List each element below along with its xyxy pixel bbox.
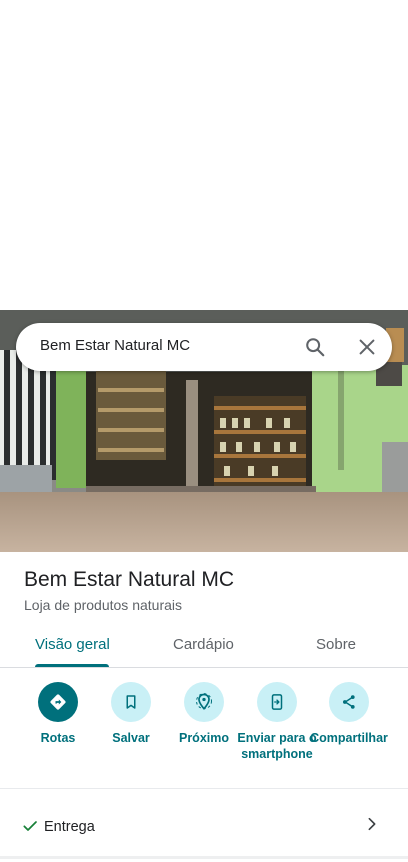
- search-input[interactable]: Bem Estar Natural MC: [40, 337, 190, 354]
- search-bar[interactable]: Bem Estar Natural MC: [16, 323, 392, 371]
- place-title: Bem Estar Natural MC: [24, 568, 235, 591]
- save-label: Salvar: [112, 731, 150, 745]
- place-tabs: Visão geral Cardápio Sobre: [0, 624, 408, 668]
- tab-overview[interactable]: Visão geral: [35, 636, 110, 653]
- directions-button[interactable]: Rotas: [18, 682, 98, 746]
- send-to-phone-button[interactable]: Enviar para o smartphone: [237, 682, 317, 762]
- nearby-label: Próximo: [178, 731, 229, 745]
- service-option-row[interactable]: Entrega: [0, 806, 408, 846]
- check-icon: [22, 818, 38, 834]
- section-divider: [0, 788, 408, 789]
- nearby-button[interactable]: Próximo: [164, 682, 244, 746]
- send-to-phone-icon: [257, 682, 297, 722]
- service-option-label: Entrega: [44, 819, 95, 835]
- map-area-blank: [0, 0, 408, 310]
- place-category: Loja de produtos naturais: [24, 597, 182, 613]
- share-label: Compartilhar: [310, 731, 388, 745]
- chevron-right-icon[interactable]: [364, 816, 380, 832]
- active-tab-indicator: [35, 664, 109, 667]
- directions-icon: [38, 682, 78, 722]
- share-button[interactable]: Compartilhar: [309, 682, 389, 746]
- bookmark-icon: [111, 682, 151, 722]
- share-icon: [329, 682, 369, 722]
- bottom-divider: [0, 856, 408, 859]
- tab-menu[interactable]: Cardápio: [173, 636, 234, 653]
- nearby-icon: [184, 682, 224, 722]
- close-icon[interactable]: [356, 336, 378, 358]
- send-to-phone-label: Enviar para o smartphone: [237, 731, 317, 761]
- save-button[interactable]: Salvar: [91, 682, 171, 746]
- directions-label: Rotas: [40, 731, 76, 745]
- tab-about[interactable]: Sobre: [316, 636, 356, 653]
- search-icon[interactable]: [304, 336, 326, 358]
